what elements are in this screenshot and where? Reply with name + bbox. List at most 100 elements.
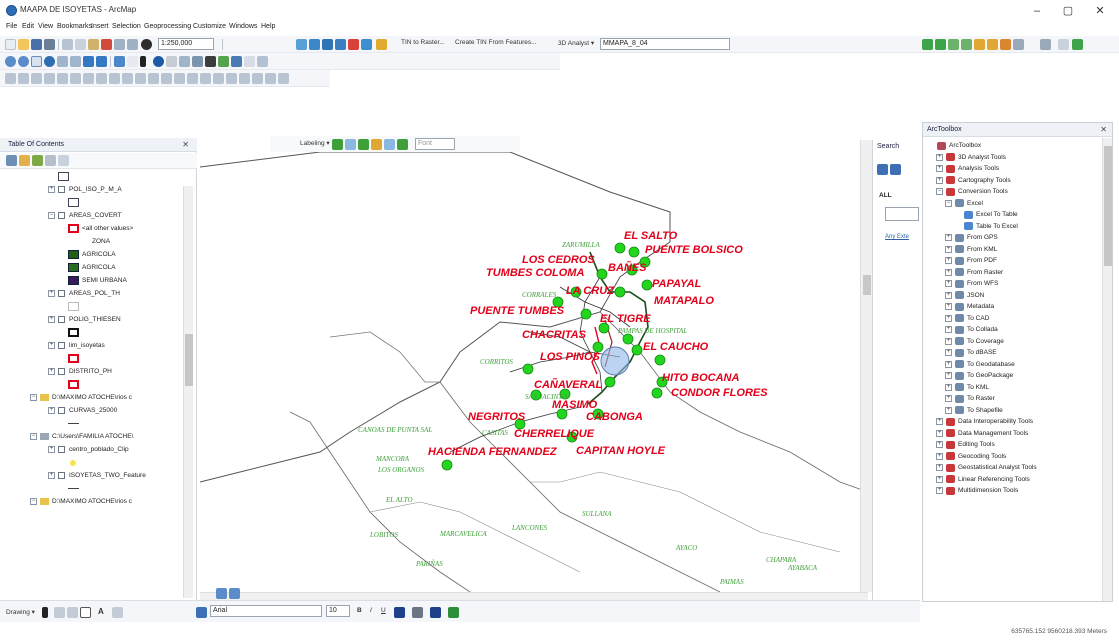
callout-icon[interactable] bbox=[112, 607, 123, 618]
expand-toggle-icon[interactable]: + bbox=[945, 245, 952, 253]
expand-toggle-icon[interactable]: + bbox=[945, 360, 952, 368]
font-name-select[interactable]: Arial bbox=[210, 605, 322, 617]
layer-visibility-checkbox[interactable] bbox=[58, 212, 65, 219]
label-manager-icon[interactable] bbox=[332, 139, 343, 150]
layer-visibility-checkbox[interactable] bbox=[58, 290, 65, 297]
create-tin-button[interactable]: Create TIN From Features... bbox=[455, 39, 537, 46]
expand-toggle-icon[interactable]: + bbox=[48, 446, 55, 453]
rotate-icon[interactable] bbox=[54, 607, 65, 618]
3d-tool-icon[interactable] bbox=[1072, 39, 1083, 50]
toolbox-icon[interactable] bbox=[348, 39, 359, 50]
expand-toggle-icon[interactable]: + bbox=[945, 268, 952, 276]
layout-tool-icon[interactable] bbox=[122, 73, 133, 84]
search-input[interactable] bbox=[885, 207, 919, 221]
zoom-whole-page-icon[interactable] bbox=[67, 607, 78, 618]
italic-button[interactable]: I bbox=[370, 607, 372, 614]
expand-toggle-icon[interactable]: + bbox=[936, 452, 943, 460]
paste-icon[interactable] bbox=[88, 39, 99, 50]
layer-name[interactable]: POLIG_THIESEN bbox=[69, 316, 121, 323]
layer-visibility-checkbox[interactable] bbox=[58, 342, 65, 349]
viewer-icon[interactable] bbox=[257, 56, 268, 67]
layout-tool-icon[interactable] bbox=[278, 73, 289, 84]
map-scale-input[interactable]: 1:250,000 bbox=[158, 38, 214, 50]
toolbox-item[interactable]: + Multidimension Tools bbox=[923, 485, 1101, 497]
collapse-toggle-icon[interactable]: − bbox=[48, 212, 55, 219]
toolbox-item[interactable]: + To Raster bbox=[923, 393, 1101, 405]
collapse-toggle-icon[interactable]: − bbox=[30, 394, 37, 401]
toolbox-close-button[interactable]: ✕ bbox=[1100, 125, 1107, 134]
html-popup-icon[interactable] bbox=[179, 56, 190, 67]
select-elements-icon[interactable] bbox=[140, 56, 146, 67]
3d-tool-icon[interactable] bbox=[1000, 39, 1011, 50]
maximize-button[interactable]: ▢ bbox=[1058, 3, 1078, 19]
expand-toggle-icon[interactable]: + bbox=[48, 342, 55, 349]
search-scope-all[interactable]: ALL bbox=[879, 192, 892, 199]
toolbox-item[interactable]: + JSON bbox=[923, 290, 1101, 302]
3d-tool-icon[interactable] bbox=[935, 39, 946, 50]
toolbox-scrollbar[interactable] bbox=[1102, 138, 1112, 601]
toc-window-icon[interactable] bbox=[322, 39, 333, 50]
expand-toggle-icon[interactable]: + bbox=[945, 349, 952, 356]
delete-icon[interactable] bbox=[101, 39, 112, 50]
expand-toggle-icon[interactable]: + bbox=[945, 234, 952, 241]
rectangle-icon[interactable] bbox=[80, 607, 91, 618]
layout-tool-icon[interactable] bbox=[83, 73, 94, 84]
minimize-button[interactable]: – bbox=[1027, 3, 1047, 19]
layout-tool-icon[interactable] bbox=[135, 73, 146, 84]
cut-icon[interactable] bbox=[62, 39, 73, 50]
pan-icon[interactable] bbox=[31, 56, 42, 67]
3d-tool-icon[interactable] bbox=[922, 39, 933, 50]
expand-toggle-icon[interactable]: + bbox=[936, 153, 943, 161]
expand-toggle-icon[interactable]: + bbox=[936, 418, 943, 425]
toolbox-item[interactable]: + Linear Referencing Tools bbox=[923, 474, 1101, 486]
marker-color-icon[interactable] bbox=[448, 607, 459, 618]
toolbox-item[interactable]: + Data Interoperability Tools bbox=[923, 416, 1101, 428]
layer-visibility-checkbox[interactable] bbox=[58, 407, 65, 414]
layout-tool-icon[interactable] bbox=[31, 73, 42, 84]
toolbox-item[interactable]: + From PDF bbox=[923, 255, 1101, 267]
toolbox-item[interactable]: + Editing Tools bbox=[923, 439, 1101, 451]
layer-name[interactable]: centro_poblado_Clip bbox=[69, 446, 129, 453]
expand-toggle-icon[interactable]: + bbox=[945, 326, 952, 333]
python-icon[interactable] bbox=[361, 39, 372, 50]
collapse-toggle-icon[interactable]: − bbox=[945, 199, 952, 207]
expand-toggle-icon[interactable]: + bbox=[945, 395, 952, 402]
menu-geoprocessing[interactable]: Geoprocessing bbox=[144, 23, 191, 30]
underline-button[interactable]: U bbox=[381, 607, 386, 614]
expand-toggle-icon[interactable]: + bbox=[48, 186, 55, 193]
layout-tool-icon[interactable] bbox=[109, 73, 120, 84]
hyperlink-icon[interactable] bbox=[166, 56, 177, 67]
layer-name[interactable]: AREAS_COVERT bbox=[69, 212, 122, 219]
view-unplaced-icon[interactable] bbox=[397, 139, 408, 150]
back-icon[interactable] bbox=[83, 56, 94, 67]
list-by-selection-icon[interactable] bbox=[45, 155, 56, 166]
toolbox-item[interactable]: + Geostatistical Analyst Tools bbox=[923, 462, 1101, 474]
font-color-icon[interactable] bbox=[394, 607, 405, 618]
menu-help[interactable]: Help bbox=[261, 23, 275, 30]
expand-toggle-icon[interactable]: + bbox=[945, 337, 952, 345]
map-view[interactable]: EL SALTO PUENTE BOLSICO LOS CEDROS TUMBE… bbox=[200, 152, 868, 592]
label-weight-icon[interactable] bbox=[358, 139, 369, 150]
toolbox-item[interactable]: + Data Management Tools bbox=[923, 428, 1101, 440]
forward-icon[interactable] bbox=[96, 56, 107, 67]
toolbox-item[interactable]: +3D Analyst Tools bbox=[923, 152, 1101, 164]
label-font-box[interactable]: Font bbox=[415, 138, 455, 150]
toolbox-item[interactable]: + From WFS bbox=[923, 278, 1101, 290]
toolbox-item[interactable]: + From GPS bbox=[923, 232, 1101, 244]
toolbox-item[interactable]: + Geocoding Tools bbox=[923, 451, 1101, 463]
line-color-icon[interactable] bbox=[430, 607, 441, 618]
layout-tool-icon[interactable] bbox=[213, 73, 224, 84]
toolbox-item[interactable]: ArcToolbox bbox=[923, 140, 1101, 152]
collapse-toggle-icon[interactable]: − bbox=[30, 433, 37, 440]
3d-tool-icon[interactable] bbox=[1013, 39, 1024, 50]
3d-tool-icon[interactable] bbox=[1040, 39, 1051, 50]
table-icon[interactable] bbox=[309, 39, 320, 50]
toolbox-item[interactable]: + To Coverage bbox=[923, 336, 1101, 348]
font-size-select[interactable]: 10 bbox=[326, 605, 350, 617]
menu-insert[interactable]: Insert bbox=[91, 23, 109, 30]
layout-tool-icon[interactable] bbox=[239, 73, 250, 84]
layout-tool-icon[interactable] bbox=[70, 73, 81, 84]
zoom-out-icon[interactable] bbox=[18, 56, 29, 67]
toolbox-item[interactable]: + Analysis Tools bbox=[923, 163, 1101, 175]
layout-tool-icon[interactable] bbox=[18, 73, 29, 84]
